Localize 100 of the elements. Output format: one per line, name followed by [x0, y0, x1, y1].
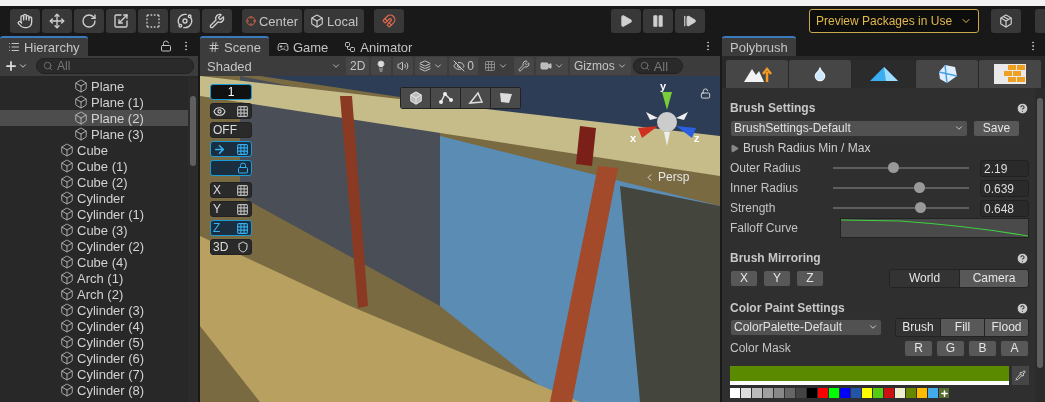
color-swatch[interactable] [884, 388, 894, 398]
hierarchy-item[interactable]: Plane (2) [0, 110, 188, 126]
audio-toggle[interactable] [393, 57, 414, 75]
hierarchy-item[interactable]: Cylinder (6) [0, 350, 188, 366]
mirror-axis-button[interactable]: Y [763, 269, 791, 287]
hierarchy-item[interactable]: Arch (2) [0, 286, 188, 302]
color-swatch[interactable] [785, 388, 795, 398]
help-icon[interactable] [1016, 301, 1029, 315]
3d-grid-button[interactable]: 3D [210, 239, 252, 255]
hand-tool-button[interactable] [10, 9, 40, 33]
pivot-button[interactable]: Center [242, 9, 302, 33]
hierarchy-item[interactable]: Cylinder (1) [0, 206, 188, 222]
select-mode-button[interactable] [461, 88, 490, 108]
color-swatch[interactable] [873, 388, 883, 398]
snap-toggle[interactable]: OFF [210, 122, 252, 138]
color-swatch[interactable] [807, 388, 817, 398]
2d-toggle[interactable]: 2D [346, 57, 370, 75]
eyedropper-button[interactable] [1012, 366, 1029, 385]
hierarchy-item[interactable]: Plane (3) [0, 126, 188, 142]
color-swatch[interactable] [895, 388, 905, 398]
channel-mask-button[interactable]: B [968, 339, 997, 357]
pause-button[interactable] [643, 9, 673, 33]
color-swatch[interactable] [763, 388, 773, 398]
slider-thumb[interactable] [887, 162, 899, 173]
hierarchy-item[interactable]: Arch (1) [0, 270, 188, 286]
view-tab[interactable]: Game [268, 36, 337, 56]
preview-packages-dropdown[interactable]: Preview Packages in Use [809, 9, 980, 33]
help-icon[interactable] [1016, 251, 1029, 265]
brush-mode-tab[interactable] [726, 60, 789, 88]
color-swatch[interactable] [917, 388, 927, 398]
tools-toggle[interactable] [514, 57, 535, 75]
color-swatch[interactable] [928, 388, 938, 398]
brush-preset-dropdown[interactable]: BrushSettings-Default [730, 119, 968, 137]
help-icon[interactable] [1016, 101, 1029, 115]
mirror-axis-button[interactable]: X [730, 269, 758, 287]
hierarchy-item[interactable]: Cylinder (8) [0, 382, 188, 398]
number-field[interactable]: 0.639 [980, 179, 1029, 197]
color-swatch[interactable] [851, 388, 861, 398]
paint-mode-option[interactable]: Flood [984, 318, 1028, 336]
color-swatch[interactable] [730, 388, 740, 398]
grid-size-field[interactable]: 1 [210, 84, 252, 100]
color-swatch[interactable] [818, 388, 828, 398]
color-swatch[interactable] [862, 388, 872, 398]
transform-tool-button[interactable] [170, 9, 200, 33]
hierarchy-item[interactable]: Cube [0, 142, 188, 158]
axis-plane-button[interactable]: X [210, 182, 252, 198]
hierarchy-item[interactable]: Cylinder (7) [0, 366, 188, 382]
snap-button[interactable] [374, 9, 404, 33]
projection-label[interactable]: Persp [658, 170, 690, 184]
step-button[interactable] [675, 9, 705, 33]
mirror-axis-button[interactable]: Z [796, 269, 824, 287]
select-mode-button[interactable] [491, 88, 520, 108]
color-field[interactable] [730, 366, 1009, 385]
tools-tool-button[interactable] [202, 9, 232, 33]
hierarchy-item[interactable]: Plane (1) [0, 94, 188, 110]
lock-icon[interactable] [700, 88, 711, 99]
package-button[interactable] [991, 9, 1022, 33]
lock-grid-button[interactable] [210, 160, 252, 176]
brush-mode-tab[interactable] [915, 60, 978, 88]
hierarchy-item[interactable]: Plane [0, 78, 188, 94]
axis-plane-button[interactable]: Y [210, 201, 252, 217]
hierarchy-item[interactable]: Cube (2) [0, 174, 188, 190]
hierarchy-item[interactable]: Cylinder (2) [0, 238, 188, 254]
rect-tool-tool-button[interactable] [138, 9, 168, 33]
slider-thumb[interactable] [913, 182, 925, 193]
hierarchy-item[interactable]: Cube (1) [0, 158, 188, 174]
channel-mask-button[interactable]: R [904, 339, 933, 357]
channel-mask-button[interactable]: A [1000, 339, 1029, 357]
hierarchy-item[interactable]: Cylinder (3) [0, 302, 188, 318]
palette-dropdown[interactable]: ColorPalette-Default [730, 318, 882, 336]
add-button[interactable] [4, 59, 28, 73]
space-button[interactable]: Local [304, 9, 364, 33]
view-tab[interactable]: Animator [336, 36, 421, 56]
grid-visibility-button[interactable] [210, 103, 252, 119]
hidden-objects-toggle[interactable]: 0 [449, 57, 479, 75]
select-mode-button[interactable] [431, 88, 460, 108]
scale-tool-button[interactable] [106, 9, 136, 33]
radius-foldout[interactable]: Brush Radius Min / Max [730, 141, 871, 155]
hierarchy-item[interactable]: Cylinder (4) [0, 318, 188, 334]
move-tool-button[interactable] [42, 9, 72, 33]
color-swatch[interactable] [774, 388, 784, 398]
hierarchy-item[interactable]: Cube (4) [0, 254, 188, 270]
hierarchy-tab[interactable]: Hierarchy [0, 36, 88, 56]
mirror-space-option[interactable]: World [890, 269, 959, 287]
color-swatch[interactable] [752, 388, 762, 398]
paint-mode-option[interactable]: Fill [940, 318, 984, 336]
lock-icon[interactable] [160, 40, 172, 52]
camera-dropdown[interactable] [536, 57, 569, 75]
color-swatch[interactable] [906, 388, 916, 398]
axis-plane-button[interactable]: Z [210, 220, 252, 236]
add-swatch-button[interactable] [939, 388, 949, 398]
number-field[interactable]: 2.19 [980, 159, 1029, 177]
play-button[interactable] [611, 9, 641, 33]
rotate-tool-button[interactable] [74, 9, 104, 33]
hierarchy-item[interactable]: Cylinder [0, 190, 188, 206]
hierarchy-item[interactable]: Cylinder (5) [0, 334, 188, 350]
slider-thumb[interactable] [915, 202, 927, 213]
view-tab[interactable]: Scene [200, 36, 269, 56]
paint-mode-option[interactable]: Brush [896, 318, 940, 336]
color-swatch[interactable] [840, 388, 850, 398]
